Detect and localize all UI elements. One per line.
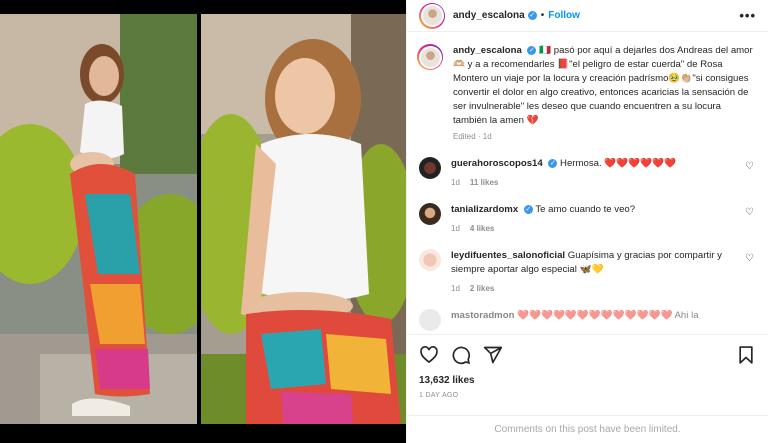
comment-username[interactable]: leydifuentes_salonoficial bbox=[451, 250, 565, 261]
post-sidebar: andy_escalona ✓ • Follow ••• andy_escalo… bbox=[406, 0, 768, 443]
comment-likes[interactable]: 4 likes bbox=[470, 224, 494, 233]
separator-dot: • bbox=[540, 10, 545, 21]
caption: andy_escalona ✓ 🇮🇹 pasó por aquí a dejar… bbox=[453, 44, 754, 128]
caption-username[interactable]: andy_escalona bbox=[453, 45, 522, 56]
avatar[interactable] bbox=[419, 157, 441, 179]
comment-text: Hermosa. ❤️❤️❤️❤️❤️❤️ bbox=[560, 158, 676, 169]
header-username[interactable]: andy_escalona bbox=[453, 10, 525, 21]
post-date[interactable]: 1 DAY AGO bbox=[419, 392, 756, 399]
comment-item: mastoradmon ❤️❤️❤️❤️❤️❤️❤️❤️❤️❤️❤️❤️❤️ A… bbox=[417, 309, 754, 331]
photo-right bbox=[201, 14, 406, 424]
likes-count[interactable]: 13,632 likes bbox=[419, 375, 756, 386]
post-media[interactable] bbox=[0, 0, 406, 443]
comment-age: 1d bbox=[451, 178, 460, 187]
caption-meta: Edited · 1d bbox=[453, 132, 492, 141]
comment-age: 1d bbox=[451, 284, 460, 293]
avatar[interactable] bbox=[419, 203, 441, 225]
comment-bubble-icon[interactable] bbox=[451, 345, 471, 365]
verified-badge-icon: ✓ bbox=[527, 11, 537, 20]
caption-row: andy_escalona ✓ 🇮🇹 pasó por aquí a dejar… bbox=[417, 44, 754, 141]
comment-username[interactable]: mastoradmon bbox=[451, 310, 514, 321]
comment-text: ❤️❤️❤️❤️❤️❤️❤️❤️❤️❤️❤️❤️❤️ Ahi la bbox=[517, 310, 699, 321]
comment-likes[interactable]: 2 likes bbox=[470, 284, 494, 293]
share-paper-plane-icon[interactable] bbox=[483, 345, 503, 365]
bookmark-icon[interactable] bbox=[736, 345, 756, 365]
comment-username[interactable]: guerahoroscopos14 bbox=[451, 158, 543, 169]
comments-limited-notice: Comments on this post have been limited. bbox=[407, 415, 768, 443]
comment-item: leydifuentes_salonoficial Guapísima y gr… bbox=[417, 249, 754, 293]
caption-text: 🇮🇹 pasó por aquí a dejarles dos Andreas … bbox=[453, 45, 753, 126]
comment-item: guerahoroscopos14 ✓ Hermosa. ❤️❤️❤️❤️❤️❤… bbox=[417, 157, 754, 187]
avatar[interactable] bbox=[419, 309, 441, 331]
post-header: andy_escalona ✓ • Follow ••• bbox=[407, 0, 768, 32]
verified-badge-icon: ✓ bbox=[527, 45, 537, 55]
avatar[interactable] bbox=[419, 2, 445, 29]
like-heart-icon[interactable] bbox=[419, 345, 439, 365]
comment-age: 1d bbox=[451, 224, 460, 233]
comment-like-icon[interactable]: ♡ bbox=[745, 161, 754, 172]
comment-username[interactable]: tanializardomx bbox=[451, 204, 518, 215]
comment-like-icon[interactable]: ♡ bbox=[745, 253, 754, 264]
follow-button[interactable]: Follow bbox=[548, 10, 580, 21]
avatar[interactable] bbox=[417, 44, 443, 70]
comment-likes[interactable]: 11 likes bbox=[470, 178, 498, 187]
comments-scroll[interactable]: andy_escalona ✓ 🇮🇹 pasó por aquí a dejar… bbox=[407, 32, 768, 332]
comment-item: tanializardomx ✓ Te amo cuando te veo? 1… bbox=[417, 203, 754, 233]
avatar[interactable] bbox=[419, 249, 441, 271]
comment-text: Te amo cuando te veo? bbox=[535, 204, 636, 215]
verified-badge-icon: ✓ bbox=[523, 204, 533, 214]
post-actions: 13,632 likes 1 DAY AGO bbox=[407, 334, 768, 399]
photo-left bbox=[0, 14, 197, 424]
verified-badge-icon: ✓ bbox=[548, 158, 558, 168]
more-options-icon[interactable]: ••• bbox=[739, 8, 756, 23]
comment-like-icon[interactable]: ♡ bbox=[745, 207, 754, 218]
